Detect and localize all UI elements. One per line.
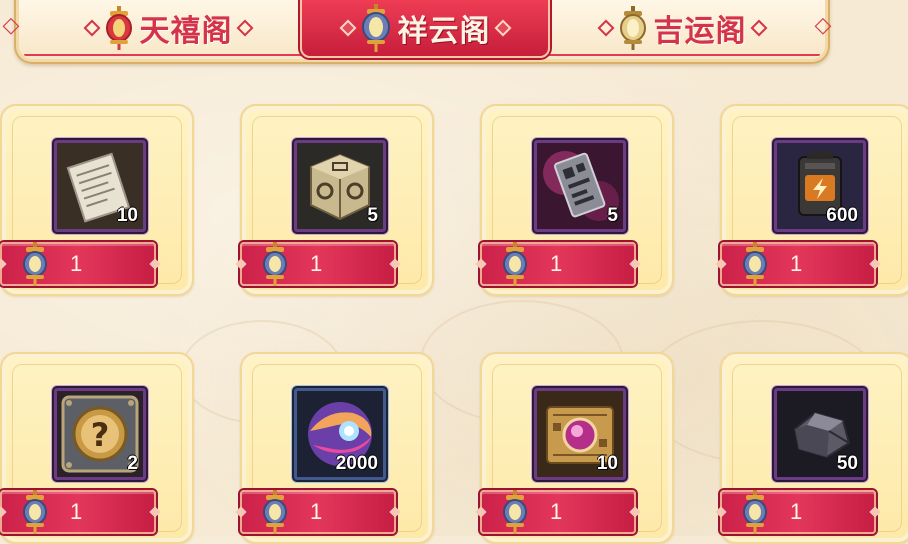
- item-quantity: 10: [116, 205, 138, 226]
- shop-item-card[interactable]: 50 1: [715, 352, 908, 544]
- tab-bar-left-ornament: ◇: [2, 13, 20, 38]
- item-slot[interactable]: 5: [534, 140, 626, 232]
- item-quantity: 5: [607, 205, 618, 226]
- price-bar-tip: [475, 258, 487, 270]
- diamond-ornament-icon: [236, 19, 253, 37]
- price-bar-tip: [0, 258, 7, 270]
- price-value: 1: [70, 499, 83, 524]
- lantern-token-icon: [743, 490, 767, 534]
- buy-button[interactable]: 1: [715, 490, 881, 534]
- item-quantity: 50: [836, 453, 858, 474]
- tab-xiangyun-pavilion[interactable]: 祥云阁: [300, 0, 550, 58]
- price-bar-tip: [389, 506, 401, 518]
- shop-item-card[interactable]: 10 1: [0, 104, 194, 296]
- buy-button[interactable]: 1: [235, 490, 401, 534]
- diamond-ornament-icon: [494, 19, 511, 37]
- item-quantity: 600: [826, 205, 858, 226]
- price-bar-tip: [715, 506, 727, 518]
- price-value: 1: [550, 499, 563, 524]
- price-bar-tip: [149, 258, 161, 270]
- item-slot[interactable]: 600: [774, 140, 866, 232]
- lantern-token-icon: [23, 242, 47, 286]
- buy-button[interactable]: 1: [715, 242, 881, 286]
- diamond-ornament-icon: [339, 19, 356, 37]
- shop-item-card[interactable]: 5 1: [235, 104, 434, 296]
- item-slot[interactable]: 10: [534, 388, 626, 480]
- shop-item-card[interactable]: ? 2 1: [0, 352, 194, 544]
- item-quantity: 2: [127, 453, 138, 474]
- shop-item-card[interactable]: 600 1: [715, 104, 908, 296]
- item-quantity: 5: [367, 205, 378, 226]
- lantern-token-icon: [263, 242, 287, 286]
- item-slot[interactable]: 10: [54, 140, 146, 232]
- shop-item-card[interactable]: 10 1: [475, 352, 674, 544]
- tab-tianxi-pavilion[interactable]: 天禧阁: [52, 0, 284, 56]
- price-bar-tip: [235, 506, 247, 518]
- price-bar-tip: [715, 258, 727, 270]
- price-bar-tip: [869, 506, 881, 518]
- svg-text:?: ?: [91, 416, 110, 454]
- price-value: 1: [70, 251, 83, 276]
- buy-button[interactable]: 1: [475, 490, 641, 534]
- red-lantern-icon: [105, 6, 132, 50]
- lantern-token-icon: [263, 490, 287, 534]
- tab-label: 吉运阁: [653, 14, 747, 49]
- item-slot[interactable]: 5: [294, 140, 386, 232]
- price-value: 1: [550, 251, 563, 276]
- price-bar-tip: [0, 506, 7, 518]
- blue-lantern-icon: [361, 4, 390, 52]
- tab-bar-right-ornament: ◇: [814, 13, 832, 38]
- price-value: 1: [310, 251, 323, 276]
- diamond-ornament-icon: [750, 19, 767, 37]
- price-bar-tip: [629, 258, 641, 270]
- diamond-ornament-icon: [83, 19, 100, 37]
- price-value: 1: [790, 499, 803, 524]
- item-quantity: 10: [596, 453, 618, 474]
- tab-label: 天禧阁: [139, 14, 233, 49]
- lantern-token-icon: [743, 242, 767, 286]
- tab-jiyun-pavilion[interactable]: 吉运阁: [566, 0, 798, 56]
- lantern-token-icon: [503, 242, 527, 286]
- gold-lantern-icon: [619, 6, 646, 50]
- buy-button[interactable]: 1: [0, 242, 161, 286]
- buy-button[interactable]: 1: [475, 242, 641, 286]
- lantern-token-icon: [23, 490, 47, 534]
- price-bar-tip: [149, 506, 161, 518]
- shop-item-card[interactable]: 2000 1: [235, 352, 434, 544]
- price-value: 1: [310, 499, 323, 524]
- price-bar-tip: [869, 258, 881, 270]
- price-value: 1: [790, 251, 803, 276]
- price-bar-tip: [235, 258, 247, 270]
- lantern-token-icon: [503, 490, 527, 534]
- item-slot[interactable]: 50: [774, 388, 866, 480]
- item-slot[interactable]: 2000: [294, 388, 386, 480]
- buy-button[interactable]: 1: [235, 242, 401, 286]
- buy-button[interactable]: 1: [0, 490, 161, 534]
- item-slot[interactable]: ? 2: [54, 388, 146, 480]
- price-bar-tip: [629, 506, 641, 518]
- shop-item-card[interactable]: 5 1: [475, 104, 674, 296]
- price-bar-tip: [389, 258, 401, 270]
- price-bar-tip: [475, 506, 487, 518]
- item-quantity: 2000: [335, 453, 378, 474]
- diamond-ornament-icon: [597, 19, 614, 37]
- tab-label: 祥云阁: [397, 14, 491, 49]
